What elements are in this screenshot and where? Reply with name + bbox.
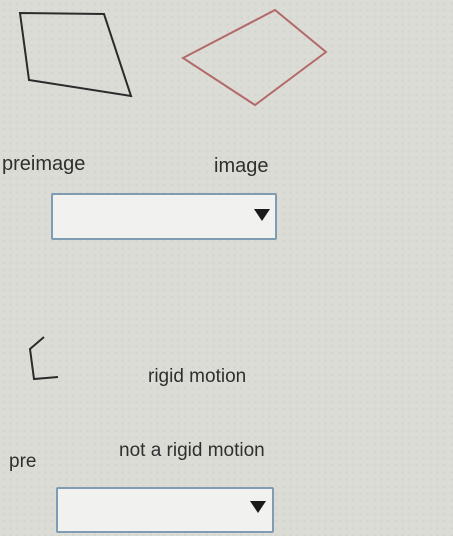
triangle-down-icon — [250, 501, 266, 513]
preimage-label-partial: pre — [9, 451, 37, 472]
preimage-label: preimage — [2, 153, 86, 175]
answer-dropdown-2[interactable] — [56, 487, 274, 533]
option-rigid-motion[interactable]: rigid motion — [148, 366, 246, 388]
image-quadrilateral — [181, 8, 328, 107]
transformation-figure — [18, 8, 328, 107]
answer-dropdown-1[interactable] — [51, 193, 277, 240]
second-preimage-fragment — [28, 336, 59, 381]
image-label: image — [214, 155, 269, 177]
triangle-down-icon — [254, 209, 270, 221]
option-not-rigid-motion[interactable]: not a rigid motion — [119, 440, 265, 462]
preimage-quadrilateral — [18, 11, 133, 98]
